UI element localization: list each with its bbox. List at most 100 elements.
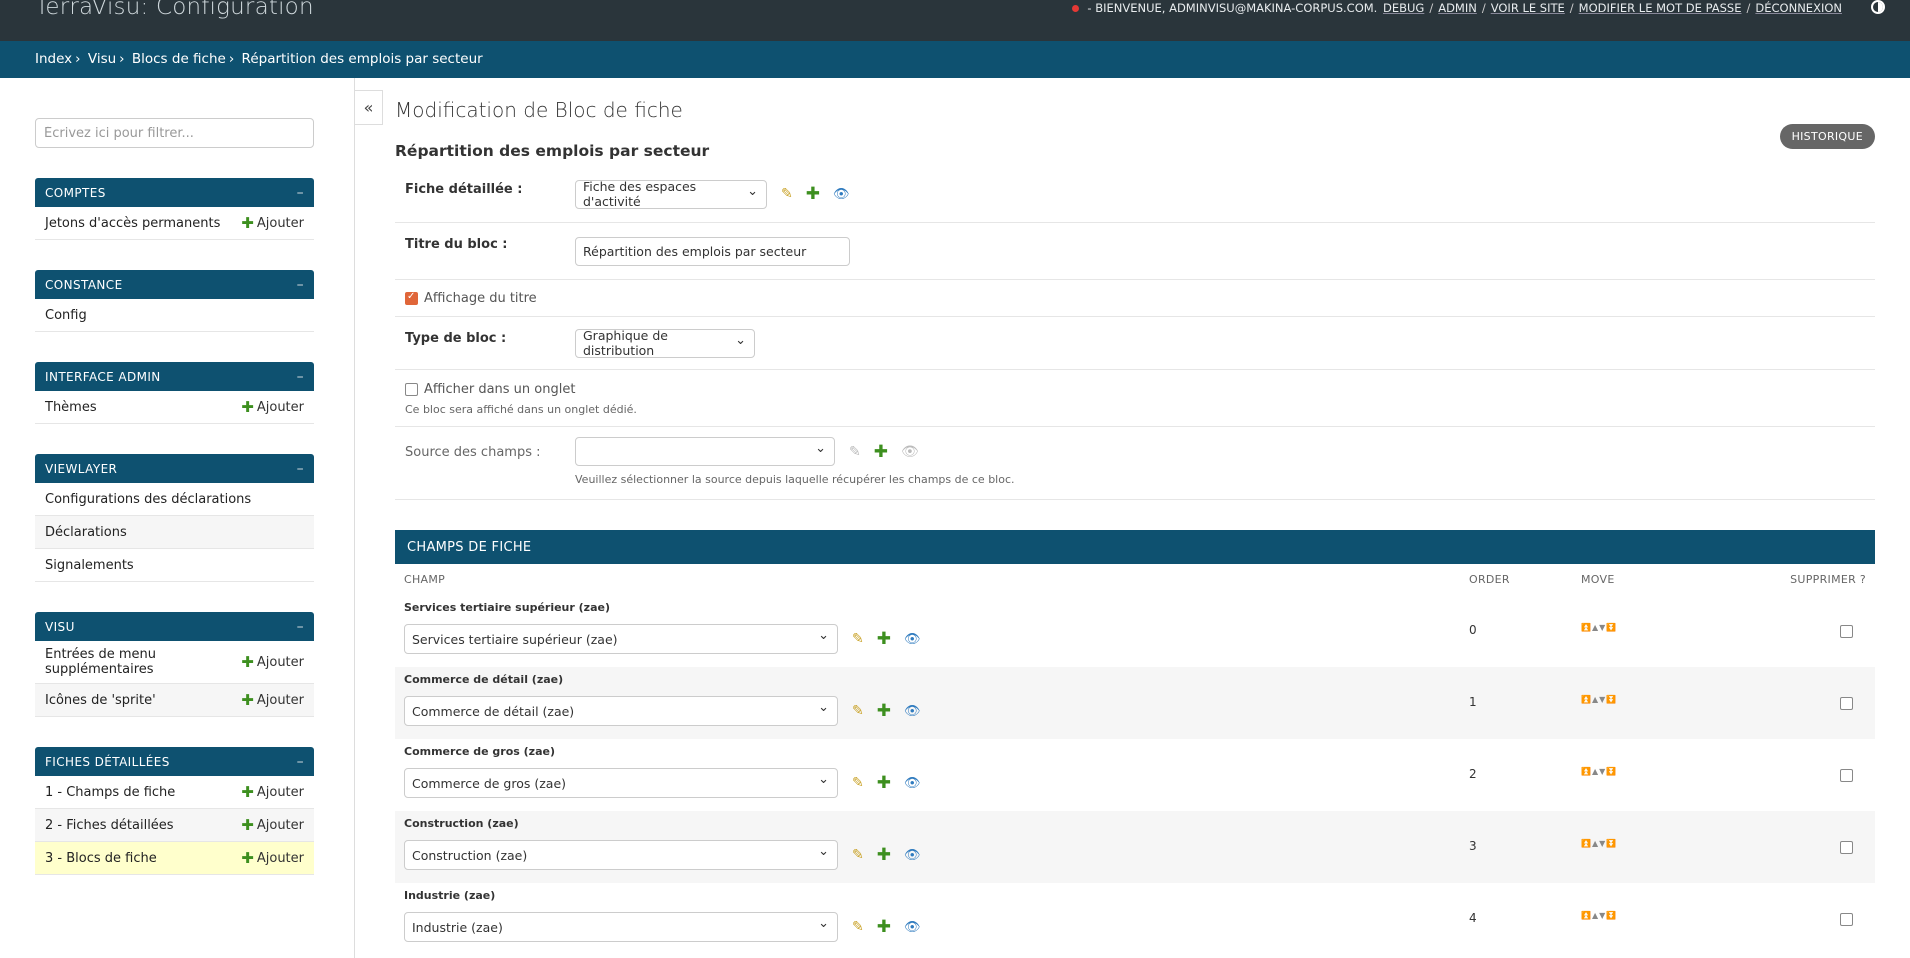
collapse-module-icon[interactable]: – — [297, 369, 304, 385]
sidebar-collapse-button[interactable]: « — [355, 90, 383, 125]
view-eye-icon[interactable]: 👁 — [833, 187, 850, 202]
source-select[interactable] — [575, 437, 835, 466]
move-arrows-icon[interactable]: ⏫▲▼⏬ — [1581, 745, 1731, 776]
sidebar-item-label[interactable]: 2 - Fiches détaillées — [45, 818, 174, 833]
edit-pencil-icon[interactable]: ✎ — [852, 775, 864, 791]
admin-link[interactable]: ADMIN — [1438, 1, 1477, 15]
col-delete: SUPPRIMER ? — [1790, 573, 1866, 586]
champ-row-label: Construction (zae) — [404, 817, 519, 830]
add-link[interactable]: ✚ Ajouter — [241, 816, 304, 834]
titre-row: Titre du bloc : Répartition des emplois … — [395, 223, 1875, 280]
delete-checkbox[interactable] — [1840, 697, 1853, 710]
site-brand[interactable]: TerraVisu: Configuration — [35, 0, 314, 20]
sidebar-item-label[interactable]: Config — [45, 308, 87, 323]
add-plus-icon[interactable]: ✚ — [874, 442, 888, 462]
breadcrumb-current: Répartition des emplois par secteur — [241, 51, 483, 67]
module-title[interactable]: CONSTANCE — [45, 278, 123, 292]
collapse-module-icon[interactable]: – — [297, 461, 304, 477]
module-title[interactable]: FICHES DÉTAILLÉES — [45, 755, 170, 769]
delete-checkbox[interactable] — [1840, 913, 1853, 926]
sidebar-item-label[interactable]: 3 - Blocs de fiche — [45, 851, 157, 866]
object-title: Répartition des emplois par secteur — [395, 142, 710, 160]
move-arrows-icon[interactable]: ⏫▲▼⏬ — [1581, 601, 1731, 632]
sidebar-item-label[interactable]: Icônes de 'sprite' — [45, 693, 156, 708]
move-arrows-icon[interactable]: ⏫▲▼⏬ — [1581, 889, 1731, 920]
move-arrows-icon[interactable]: ⏫▲▼⏬ — [1581, 673, 1731, 704]
module-title[interactable]: VIEWLAYER — [45, 462, 117, 476]
add-link[interactable]: ✚ Ajouter — [241, 691, 304, 709]
fiche-label: Fiche détaillée : — [405, 182, 523, 197]
order-value: 0 — [1469, 623, 1477, 637]
order-value: 1 — [1469, 695, 1477, 709]
delete-checkbox[interactable] — [1840, 769, 1853, 782]
module-title[interactable]: COMPTES — [45, 186, 106, 200]
sidebar-item-configurations: Configurations des déclarations — [35, 483, 314, 516]
brand-title[interactable]: TerraVisu: Configuration — [35, 0, 314, 20]
collapse-module-icon[interactable]: – — [297, 754, 304, 770]
onglet-checkbox[interactable] — [405, 383, 418, 396]
sidebar-item-declarations: Déclarations — [35, 516, 314, 549]
edit-pencil-icon[interactable]: ✎ — [852, 631, 864, 647]
add-plus-icon[interactable]: ✚ — [877, 845, 891, 865]
add-link[interactable]: ✚ Ajouter — [241, 849, 304, 867]
breadcrumb-blocs[interactable]: Blocs de fiche — [132, 51, 226, 67]
sidebar-item-label[interactable]: 1 - Champs de fiche — [45, 785, 175, 800]
edit-pencil-icon[interactable]: ✎ — [852, 847, 864, 863]
history-button[interactable]: HISTORIQUE — [1779, 124, 1875, 149]
edit-pencil-icon[interactable]: ✎ — [852, 703, 864, 719]
add-plus-icon[interactable]: ✚ — [877, 773, 891, 793]
add-link[interactable]: ✚ Ajouter — [241, 214, 304, 232]
sidebar-item-champs: 1 - Champs de fiche ✚ Ajouter — [35, 776, 314, 809]
champ-select[interactable]: Commerce de détail (zae) — [404, 696, 838, 726]
sidebar-filter-input[interactable] — [35, 118, 314, 148]
collapse-module-icon[interactable]: – — [297, 185, 304, 201]
champ-select[interactable]: Commerce de gros (zae) — [404, 768, 838, 798]
breadcrumb-visu[interactable]: Visu — [88, 51, 116, 67]
titre-input[interactable]: Répartition des emplois par secteur — [575, 236, 850, 266]
sidebar-item-label[interactable]: Entrées de menu supplémentaires — [45, 647, 175, 677]
champ-select[interactable]: Industrie (zae) — [404, 912, 838, 942]
collapse-module-icon[interactable]: – — [297, 277, 304, 293]
sidebar-item-label[interactable]: Jetons d'accès permanents — [45, 216, 220, 231]
delete-checkbox[interactable] — [1840, 625, 1853, 638]
champ-row-label: Services tertiaire supérieur (zae) — [404, 601, 610, 614]
delete-checkbox[interactable] — [1840, 841, 1853, 854]
add-plus-icon[interactable]: ✚ — [877, 701, 891, 721]
add-plus-icon[interactable]: ✚ — [877, 917, 891, 937]
view-eye-icon[interactable]: 👁 — [904, 848, 921, 863]
add-link[interactable]: ✚ Ajouter — [241, 653, 304, 671]
module-title[interactable]: VISU — [45, 620, 75, 634]
champ-select[interactable]: Services tertiaire supérieur (zae) — [404, 624, 838, 654]
logout-link[interactable]: DÉCONNEXION — [1755, 1, 1842, 15]
plus-icon: ✚ — [241, 691, 254, 709]
collapse-module-icon[interactable]: – — [297, 619, 304, 635]
view-eye-icon[interactable]: 👁 — [904, 776, 921, 791]
sidebar-item-label[interactable]: Configurations des déclarations — [45, 492, 251, 507]
theme-toggle-icon[interactable] — [1871, 0, 1885, 14]
move-arrows-icon[interactable]: ⏫▲▼⏬ — [1581, 817, 1731, 848]
debug-link[interactable]: DEBUG — [1383, 1, 1424, 15]
add-plus-icon[interactable]: ✚ — [806, 184, 820, 204]
affichage-checkbox[interactable] — [405, 291, 418, 305]
affichage-row: Affichage du titre — [395, 280, 1875, 317]
view-site-link[interactable]: VOIR LE SITE — [1491, 1, 1565, 15]
sidebar-item-label[interactable]: Thèmes — [45, 400, 97, 415]
fiche-select[interactable]: Fiche des espaces d'activité — [575, 179, 767, 209]
sidebar-item-label[interactable]: Signalements — [45, 558, 134, 573]
champ-select[interactable]: Construction (zae) — [404, 840, 838, 870]
sidebar-item-label[interactable]: Déclarations — [45, 525, 127, 540]
view-eye-icon[interactable]: 👁 — [904, 920, 921, 935]
type-select[interactable]: Graphique de distribution — [575, 328, 755, 358]
add-link[interactable]: ✚ Ajouter — [241, 398, 304, 416]
change-password-link[interactable]: MODIFIER LE MOT DE PASSE — [1579, 1, 1742, 15]
add-plus-icon[interactable]: ✚ — [877, 629, 891, 649]
edit-pencil-icon[interactable]: ✎ — [781, 186, 793, 202]
sidebar-item-signalements: Signalements — [35, 549, 314, 582]
view-eye-icon[interactable]: 👁 — [904, 632, 921, 647]
module-title[interactable]: INTERFACE ADMIN — [45, 370, 161, 384]
breadcrumb-index[interactable]: Index — [35, 51, 72, 67]
plus-icon: ✚ — [241, 816, 254, 834]
add-link[interactable]: ✚ Ajouter — [241, 783, 304, 801]
edit-pencil-icon[interactable]: ✎ — [852, 919, 864, 935]
view-eye-icon[interactable]: 👁 — [904, 704, 921, 719]
